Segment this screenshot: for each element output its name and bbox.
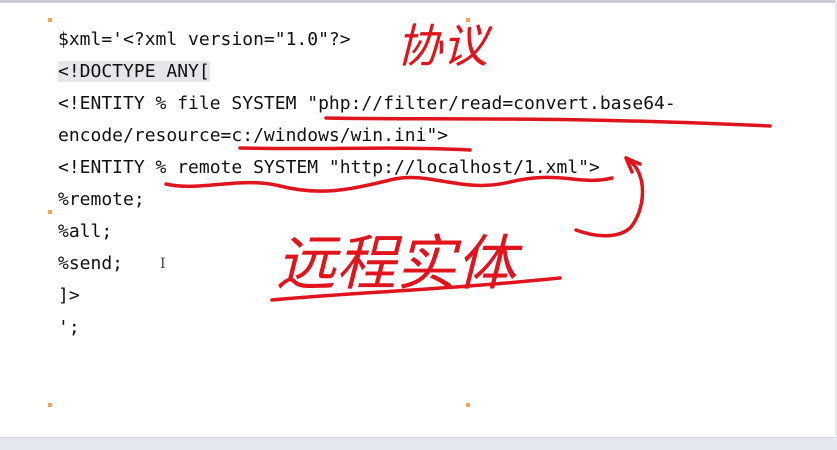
document-viewer: { "document": { "lines": [ {"text": "$xm… (0, 0, 837, 450)
underline-resource (238, 146, 472, 152)
annotation-note-remote-entity: 远程实体 (276, 229, 523, 299)
underline-protocol (324, 116, 772, 128)
annotation-note-protocol: 协议 (396, 19, 493, 73)
status-bar (0, 437, 837, 450)
underline-remote-entity (164, 175, 614, 193)
handwritten-annotations: 协议 远程实体 (164, 19, 772, 302)
